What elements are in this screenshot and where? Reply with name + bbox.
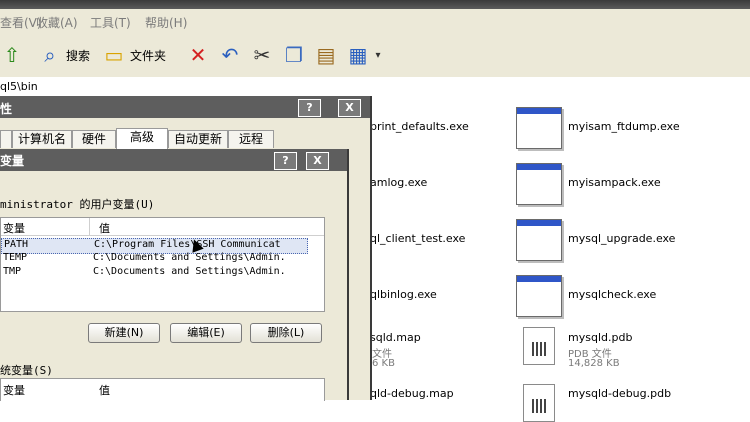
file-size: 14,828 KB bbox=[568, 358, 620, 369]
menu-bar: 查看(V) 收藏(A) 工具(T) 帮助(H) bbox=[0, 9, 750, 36]
tab-advanced[interactable]: 高级 bbox=[116, 128, 168, 149]
undo-icon[interactable]: ↶ bbox=[218, 43, 242, 67]
tab-computer-name[interactable]: 计算机名 bbox=[12, 130, 72, 148]
column-divider bbox=[89, 218, 90, 235]
var-value: C:\Documents and Settings\Admin. bbox=[93, 266, 286, 277]
file-item[interactable]: qlbinlog.exe bbox=[370, 288, 437, 301]
system-variables-label: 统变量(S) bbox=[0, 364, 53, 377]
column-value[interactable]: 值 bbox=[99, 382, 110, 398]
edit-button[interactable]: 编辑(E) bbox=[170, 323, 242, 343]
dialog-titlebar: 性 ? X bbox=[0, 96, 370, 118]
list-header: 变量 值 bbox=[1, 218, 324, 236]
search-button[interactable]: 搜索 bbox=[66, 47, 90, 64]
table-row[interactable]: TEMP C:\Documents and Settings\Admin. bbox=[1, 252, 306, 266]
user-variables-label: ministrator 的用户变量(U) bbox=[0, 198, 155, 211]
new-button[interactable]: 新建(N) bbox=[88, 323, 160, 343]
tab-bar: 计算机名 硬件 高级 自动更新 远程 bbox=[0, 128, 370, 149]
menu-help[interactable]: 帮助(H) bbox=[145, 14, 187, 31]
column-value[interactable]: 值 bbox=[99, 220, 110, 236]
file-item[interactable]: mysql_upgrade.exe bbox=[568, 232, 675, 245]
exe-file-icon[interactable] bbox=[516, 107, 562, 149]
up-folder-icon[interactable]: ⇧ bbox=[0, 43, 24, 67]
file-item[interactable]: ql_client_test.exe bbox=[370, 232, 465, 245]
menu-tools[interactable]: 工具(T) bbox=[90, 14, 131, 31]
pdb-file-icon[interactable] bbox=[523, 384, 555, 422]
file-item[interactable]: mysqlcheck.exe bbox=[568, 288, 656, 301]
system-variables-list[interactable]: 变量 值 bbox=[0, 378, 325, 401]
file-item[interactable]: qld-debug.map bbox=[370, 387, 454, 400]
cut-icon[interactable]: ✂ bbox=[250, 43, 274, 67]
dialog-titlebar: 变量 ? X bbox=[0, 149, 347, 171]
folders-icon[interactable]: ▭ bbox=[102, 43, 126, 67]
close-button[interactable]: X bbox=[338, 99, 361, 117]
tab-auto-update[interactable]: 自动更新 bbox=[168, 130, 228, 148]
delete-button[interactable]: 删除(L) bbox=[250, 323, 322, 343]
file-size: 6 KB bbox=[372, 358, 395, 369]
delete-icon[interactable]: ✕ bbox=[186, 43, 210, 67]
help-button[interactable]: ? bbox=[274, 152, 297, 170]
environment-variables-dialog: 变量 ? X ministrator 的用户变量(U) 变量 值 PATH C:… bbox=[0, 149, 349, 401]
help-button[interactable]: ? bbox=[298, 99, 321, 117]
var-value: C:\Documents and Settings\Admin. bbox=[93, 252, 286, 263]
copy-icon[interactable]: ❐ bbox=[282, 43, 306, 67]
exe-file-icon[interactable] bbox=[516, 163, 562, 205]
tab-partial[interactable] bbox=[0, 130, 12, 148]
dialog-title: 变量 bbox=[0, 154, 25, 168]
address-text: ql5\bin bbox=[0, 80, 38, 93]
file-item[interactable]: sqld.map bbox=[370, 331, 421, 344]
column-variable[interactable]: 变量 bbox=[3, 382, 25, 398]
tab-hardware[interactable]: 硬件 bbox=[72, 130, 116, 148]
folders-button[interactable]: 文件夹 bbox=[130, 47, 166, 64]
var-name: TEMP bbox=[3, 252, 28, 263]
views-dropdown-icon[interactable]: ▾ bbox=[366, 43, 390, 67]
var-name: TMP bbox=[3, 266, 22, 277]
paste-icon[interactable]: ▤ bbox=[314, 43, 338, 67]
dialog-title: 性 bbox=[0, 102, 13, 116]
file-item[interactable]: myisam_ftdump.exe bbox=[568, 120, 680, 133]
toolbar: ⇧ ⌕ 搜索 ▭ 文件夹 ✕ ↶ ✂ ❐ ▤ ▦ ▾ bbox=[0, 35, 750, 78]
exe-file-icon[interactable] bbox=[516, 219, 562, 261]
table-row[interactable]: TMP C:\Documents and Settings\Admin. bbox=[1, 266, 306, 280]
close-button[interactable]: X bbox=[306, 152, 329, 170]
user-variables-list[interactable]: 变量 值 PATH C:\Program Files\SSH Communica… bbox=[0, 217, 325, 312]
exe-file-icon[interactable] bbox=[516, 275, 562, 317]
file-item[interactable]: mysqld-debug.pdb bbox=[568, 387, 671, 400]
file-item[interactable]: myisampack.exe bbox=[568, 176, 661, 189]
address-bar[interactable]: ql5\bin bbox=[0, 77, 750, 97]
search-icon[interactable]: ⌕ bbox=[38, 43, 62, 67]
file-item[interactable]: amlog.exe bbox=[370, 176, 427, 189]
pdb-file-icon[interactable] bbox=[523, 327, 555, 365]
window-titlebar bbox=[0, 0, 750, 9]
tab-remote[interactable]: 远程 bbox=[228, 130, 274, 148]
column-variable[interactable]: 变量 bbox=[3, 220, 25, 236]
var-name: PATH bbox=[4, 239, 29, 250]
file-item[interactable]: mysqld.pdb bbox=[568, 331, 632, 344]
file-item[interactable]: print_defaults.exe bbox=[370, 120, 469, 133]
menu-favorites[interactable]: 收藏(A) bbox=[36, 14, 78, 31]
